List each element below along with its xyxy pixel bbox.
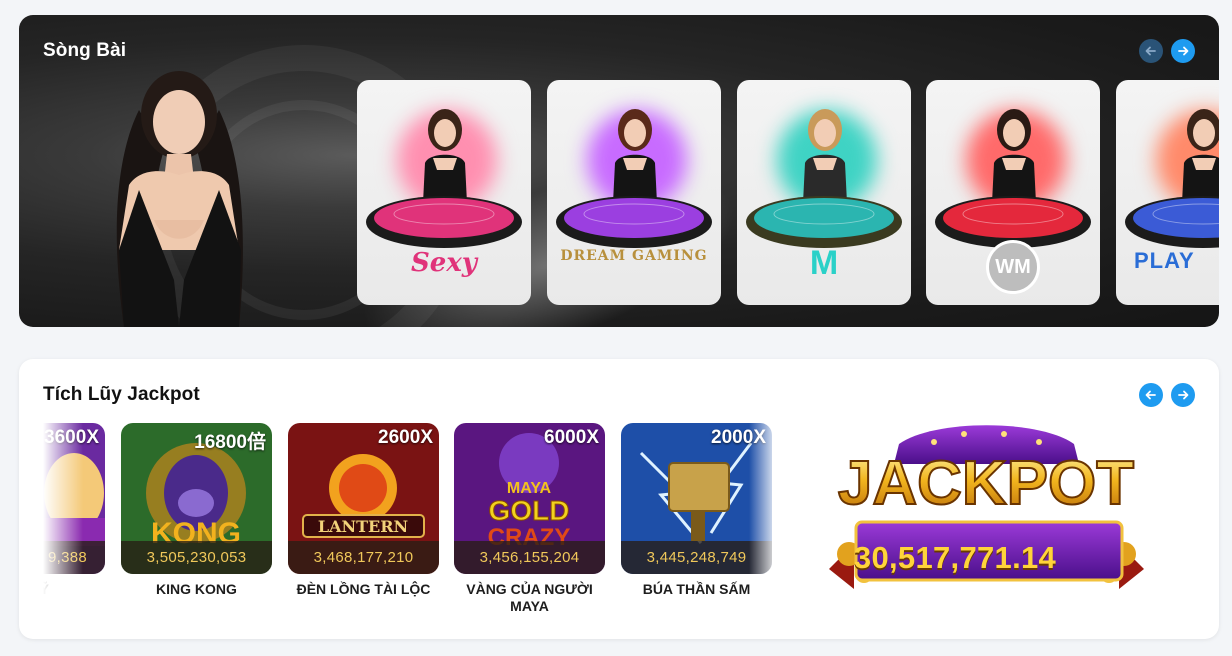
game-name: KING KONG	[156, 581, 237, 597]
jackpot-word: JACKPOT	[838, 449, 1134, 518]
game-multiplier: 2600X	[378, 427, 433, 448]
jackpot-banner: JACKPOT	[829, 425, 1144, 589]
arrow-left-icon	[1145, 390, 1156, 400]
jackpot-prev-button[interactable]	[1139, 383, 1163, 407]
game-multiplier: 16800倍	[194, 432, 266, 453]
provider-card-m[interactable]: M	[737, 80, 911, 305]
dealer-figure	[423, 109, 467, 203]
provider-card-sexy[interactable]: Sexy	[357, 80, 531, 305]
provider-logo-sexy: Sexy	[411, 248, 477, 278]
casino-table	[366, 196, 522, 248]
casino-section-title: Sòng Bài	[43, 40, 127, 61]
dealer-figure	[992, 109, 1036, 203]
game-jackpot-amount: 3,468,177,210	[288, 541, 439, 574]
casino-prev-button[interactable]	[1139, 39, 1163, 63]
arrow-left-icon	[1145, 46, 1156, 56]
casino-next-button[interactable]	[1171, 39, 1195, 63]
carousel-fade-left	[43, 423, 83, 623]
game-thumbnail[interactable]: KONG 16800倍 3,505,230,053	[121, 423, 272, 574]
game-name: VÀNG CỦA NGƯỜI MAYA	[466, 581, 593, 614]
provider-card-wm[interactable]: WM	[926, 80, 1100, 305]
casino-table	[556, 196, 712, 248]
dealer-figure	[613, 109, 657, 203]
casino-section: Sòng Bài Sexy DREAM GAMING M WM PLAY	[19, 15, 1219, 327]
provider-card-play[interactable]: PLAY	[1116, 80, 1219, 305]
provider-card-dream-gaming[interactable]: DREAM GAMING	[547, 80, 721, 305]
carousel-fade-right	[749, 423, 779, 623]
hostess-illustration	[116, 71, 243, 327]
jackpot-game-card[interactable]: MAYA GOLD CRAZY 6000X 3,456,155,204 VÀNG…	[454, 423, 605, 615]
game-thumbnail[interactable]: MAYA GOLD CRAZY 6000X 3,456,155,204	[454, 423, 605, 574]
jackpot-next-button[interactable]	[1171, 383, 1195, 407]
game-multiplier: 6000X	[544, 427, 599, 448]
game-jackpot-amount: 3,456,155,204	[454, 541, 605, 574]
wm-logo-badge: WM	[986, 240, 1040, 294]
game-thumbnail[interactable]: LANTERN 2600X 3,468,177,210	[288, 423, 439, 574]
provider-logo-m: M	[809, 244, 839, 282]
casino-table	[746, 196, 902, 248]
svg-text:GOLD: GOLD	[489, 495, 570, 526]
arrow-right-icon	[1178, 46, 1189, 56]
jackpot-total-amount: 30,517,771.14	[853, 540, 1057, 575]
provider-logo-dream-gaming: DREAM GAMING	[560, 248, 708, 264]
dealer-figure	[803, 109, 847, 203]
jackpot-section: Tích Lũy Jackpot 3600X 9,388 Ú MỸ	[19, 359, 1219, 639]
provider-logo-wm: WM	[926, 240, 1100, 294]
jackpot-section-title: Tích Lũy Jackpot	[43, 384, 200, 405]
jackpot-games-carousel: 3600X 9,388 Ú MỸ KONG 16800倍 3,505,230,0…	[43, 423, 779, 623]
casino-table	[1125, 196, 1219, 248]
jackpot-game-card[interactable]: LANTERN 2600X 3,468,177,210 ĐÈN LỒNG TÀI…	[288, 423, 439, 598]
dealer-figure	[1182, 109, 1219, 203]
game-jackpot-amount: 3,505,230,053	[121, 541, 272, 574]
provider-logo-play: PLAY	[1134, 248, 1195, 273]
svg-text:LANTERN: LANTERN	[318, 517, 408, 536]
game-name: ĐÈN LỒNG TÀI LỘC	[296, 581, 431, 597]
jackpot-game-card[interactable]: KONG 16800倍 3,505,230,053 KING KONG	[121, 423, 272, 598]
arrow-right-icon	[1178, 390, 1189, 400]
